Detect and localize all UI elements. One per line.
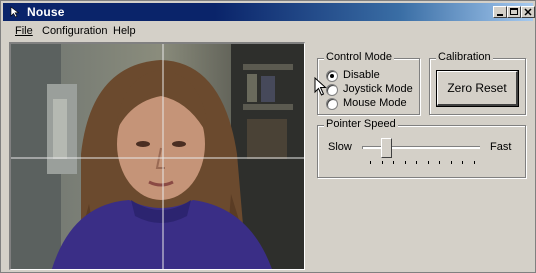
app-cursor-icon bbox=[10, 6, 20, 18]
menu-file[interactable]: File bbox=[15, 25, 33, 37]
minimize-button[interactable] bbox=[493, 6, 507, 18]
menu-configuration[interactable]: Configuration bbox=[42, 25, 107, 37]
radio-mouse-label: Mouse Mode bbox=[343, 97, 407, 109]
menu-help[interactable]: Help bbox=[113, 25, 136, 37]
slider-tick bbox=[370, 161, 371, 164]
calibration-group: Calibration Zero Reset bbox=[429, 51, 526, 115]
menu-file-label: File bbox=[15, 25, 33, 37]
slider-tick bbox=[404, 161, 406, 164]
slider-tick bbox=[393, 161, 395, 164]
maximize-button[interactable] bbox=[507, 6, 521, 18]
zero-reset-label: Zero Reset bbox=[447, 81, 507, 95]
slider-tick bbox=[416, 161, 418, 164]
pointer-speed-group: Pointer Speed Slow Fast bbox=[317, 118, 526, 178]
pointer-speed-title: Pointer Speed bbox=[324, 118, 398, 130]
radio-disable-label: Disable bbox=[343, 69, 380, 81]
control-mode-title: Control Mode bbox=[324, 51, 395, 63]
window-title: Nouse bbox=[27, 5, 65, 19]
slider-fast-label: Fast bbox=[490, 141, 512, 153]
radio-selected-dot bbox=[330, 74, 334, 78]
zero-reset-button[interactable]: Zero Reset bbox=[436, 70, 519, 107]
slider-tick bbox=[439, 161, 441, 164]
menu-bar: File Configuration Help bbox=[3, 23, 533, 41]
webcam-image bbox=[11, 44, 304, 269]
close-icon bbox=[524, 8, 532, 16]
radio-mouse-indicator[interactable] bbox=[326, 98, 338, 110]
radio-joystick-label: Joystick Mode bbox=[343, 83, 413, 95]
slider-thumb[interactable] bbox=[380, 138, 392, 158]
slider-tick bbox=[381, 161, 383, 164]
minimize-icon bbox=[497, 14, 503, 16]
pointer-speed-slider[interactable] bbox=[358, 136, 484, 168]
slider-tick bbox=[474, 161, 475, 164]
calibration-title: Calibration bbox=[436, 51, 493, 63]
slider-tick bbox=[462, 161, 464, 164]
title-bar[interactable]: Nouse bbox=[3, 3, 535, 21]
menu-help-label: Help bbox=[113, 25, 136, 37]
menu-configuration-label: Configuration bbox=[42, 25, 108, 37]
close-button[interactable] bbox=[521, 6, 535, 18]
nouse-window: Nouse File Configuration Help Control Mo… bbox=[0, 0, 536, 273]
slider-tick bbox=[450, 161, 452, 164]
control-mode-group: Control Mode Disable Joystick Mode Mouse… bbox=[317, 51, 420, 115]
webcam-feed bbox=[9, 42, 305, 270]
slider-tick bbox=[427, 161, 429, 164]
maximize-icon bbox=[510, 8, 518, 15]
slider-slow-label: Slow bbox=[328, 141, 352, 153]
mouse-pointer-icon bbox=[314, 77, 327, 96]
